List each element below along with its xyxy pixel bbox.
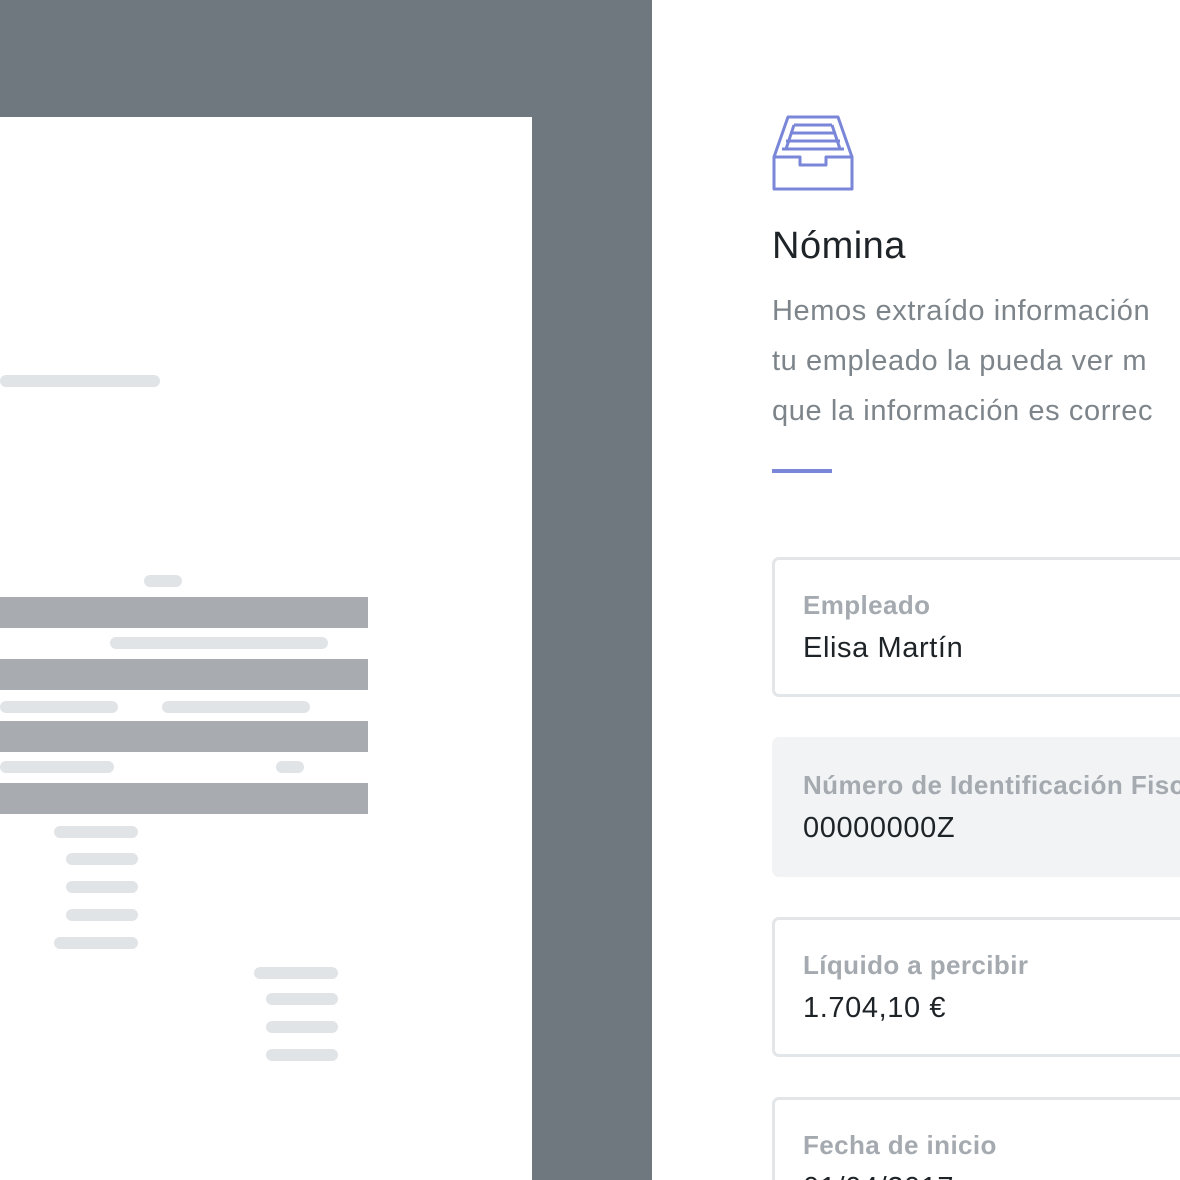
tax-id-field: Número de Identificación Fisc 00000000Z	[772, 737, 1180, 877]
document-viewer[interactable]	[0, 0, 652, 1180]
text-placeholder	[0, 761, 114, 773]
net-pay-field[interactable]: Líquido a percibir 1.704,10 €	[772, 917, 1180, 1057]
field-value: 01/04/2017	[803, 1172, 954, 1180]
accent-divider	[772, 469, 832, 473]
inbox-tray-icon	[772, 115, 854, 191]
page-description: Hemos extraído información tu empleado l…	[772, 286, 1180, 436]
field-value: 00000000Z	[803, 812, 956, 844]
text-placeholder	[66, 909, 138, 921]
field-label: Fecha de inicio	[803, 1130, 997, 1160]
field-label: Empleado	[803, 590, 931, 620]
text-placeholder	[110, 637, 328, 649]
table-row-placeholder	[0, 721, 368, 752]
field-label: Número de Identificación Fisc	[803, 770, 1180, 800]
text-placeholder	[0, 701, 118, 713]
payroll-panel: Nómina Hemos extraído información tu emp…	[652, 0, 1180, 1180]
field-value: 1.704,10 €	[803, 992, 947, 1024]
text-placeholder	[54, 826, 138, 838]
text-placeholder	[144, 575, 182, 587]
description-line: tu empleado la pueda ver m	[772, 345, 1148, 377]
text-placeholder	[266, 993, 338, 1005]
text-placeholder	[266, 1049, 338, 1061]
text-placeholder	[66, 881, 138, 893]
field-value: Elisa Martín	[803, 632, 964, 664]
text-placeholder	[66, 853, 138, 865]
text-placeholder	[266, 1021, 338, 1033]
text-placeholder	[276, 761, 304, 773]
document-page	[0, 117, 532, 1180]
description-line: que la información es correc	[772, 395, 1154, 427]
start-date-field[interactable]: Fecha de inicio 01/04/2017	[772, 1097, 1180, 1180]
table-row-placeholder	[0, 659, 368, 690]
text-placeholder	[162, 701, 310, 713]
table-row-placeholder	[0, 597, 368, 628]
page-title: Nómina	[772, 225, 906, 267]
description-line: Hemos extraído información	[772, 295, 1151, 327]
table-row-placeholder	[0, 783, 368, 814]
employee-field[interactable]: Empleado Elisa Martín	[772, 557, 1180, 697]
text-placeholder	[0, 375, 160, 387]
field-label: Líquido a percibir	[803, 950, 1029, 980]
app-screen: Nómina Hemos extraído información tu emp…	[0, 0, 1180, 1180]
text-placeholder	[54, 937, 138, 949]
text-placeholder	[254, 967, 338, 979]
